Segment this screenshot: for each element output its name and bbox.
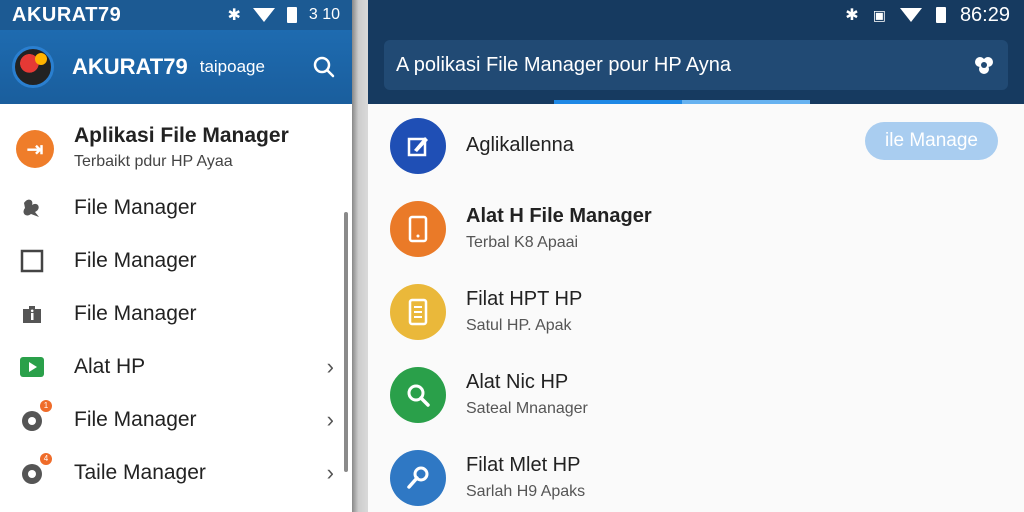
open-file-manager-button[interactable]: ile Manage [865, 122, 998, 160]
link-icon [390, 449, 446, 506]
search-button[interactable] [308, 51, 340, 83]
result-item[interactable]: Alat Nic HP Sateal Mnanager [368, 353, 1024, 436]
menu-header-title: Aplikasi File Manager [74, 124, 289, 147]
status-icons: ✱ 3 10 [227, 5, 340, 25]
cog-badge-icon: 4 [18, 452, 52, 487]
sim-icon: ▣ [872, 6, 886, 23]
drawer-menu: ⇥ Aplikasi File Manager Terbaikt pdur HP… [0, 104, 352, 499]
menu-item-label: File Manager [74, 248, 197, 272]
menu-item[interactable]: File Manager [0, 181, 352, 234]
left-panel: AKURAT79 ✱ 3 10 AKURAT79 taipoage ⇥ Apli… [0, 0, 352, 512]
wifi-icon [899, 8, 922, 22]
wifi-icon [252, 8, 275, 22]
search-icon [313, 56, 335, 78]
result-subtitle: Satul HP. Apak [466, 317, 572, 334]
clear-search-icon[interactable] [972, 53, 996, 77]
menu-header-item[interactable]: ⇥ Aplikasi File Manager Terbaikt pdur HP… [0, 104, 352, 181]
result-list: Aglikallenna ile Manage Alat H File Mana… [368, 104, 1024, 512]
result-item[interactable]: Alat H File Manager Terbal K8 Apaai [368, 187, 1024, 270]
scrollbar[interactable] [344, 212, 348, 472]
app-name: AKURAT79 [72, 54, 188, 79]
result-title: Filat Mlet HP [466, 454, 581, 476]
status-bar-title: AKURAT79 [12, 3, 122, 26]
puzzle-icon [18, 194, 46, 222]
menu-item-label: File Manager [74, 407, 197, 431]
bluetooth-icon: ✱ [227, 7, 241, 24]
menu-item[interactable]: File Manager [0, 234, 352, 287]
result-subtitle: Terbal K8 Apaai [466, 234, 579, 251]
status-bar-right: ✱ ▣ 86:29 [368, 0, 1024, 30]
notification-badge: 1 [40, 399, 52, 412]
result-subtitle: Sateal Mnanager [466, 400, 588, 417]
status-clock: 3 10 [308, 6, 340, 23]
play-icon [18, 353, 46, 381]
menu-header-subtitle: Terbaikt pdur HP Ayaa [74, 153, 233, 170]
result-title: Aglikallenna [466, 134, 574, 156]
bluetooth-icon: ✱ [845, 7, 859, 24]
menu-item[interactable]: 1 File Manager › [0, 393, 352, 446]
menu-item[interactable]: 4 Taile Manager › [0, 446, 352, 499]
menu-item-label: File Manager [74, 195, 197, 219]
menu-item[interactable]: File Manager [0, 287, 352, 340]
split-screen: AKURAT79 ✱ 3 10 AKURAT79 taipoage ⇥ Apli… [0, 0, 1024, 512]
status-bar-left: AKURAT79 ✱ 3 10 [0, 0, 352, 30]
result-subtitle: Sarlah H9 Apaks [466, 483, 586, 500]
chevron-right-icon: › [326, 353, 334, 379]
chevron-right-icon: › [326, 406, 334, 432]
app-subtitle: taipoage [199, 57, 265, 76]
phone-icon [390, 200, 446, 257]
status-clock: 86:29 [959, 3, 1010, 26]
right-panel: ✱ ▣ 86:29 A polikasi File Manager pour H… [368, 0, 1024, 512]
doc-icon [390, 283, 446, 340]
search-input-text: A polikasi File Manager pour HP Ayna [396, 53, 732, 76]
app-bar: AKURAT79 taipoage [0, 30, 352, 104]
menu-item-label: Taile Manager [74, 460, 206, 484]
cog-badge-icon: 1 [18, 399, 52, 434]
result-title: Filat HPT HP [466, 288, 583, 310]
file-manager-app-icon: ⇥ [16, 130, 54, 168]
battery-icon [286, 7, 297, 23]
result-item[interactable]: Aglikallenna ile Manage [368, 104, 1024, 187]
chevron-right-icon: › [326, 459, 334, 485]
battery-icon [935, 7, 946, 23]
notification-badge: 4 [40, 452, 52, 465]
result-title: Alat H File Manager [466, 205, 652, 227]
info-bag-icon [18, 300, 46, 328]
result-item[interactable]: Filat Mlet HP Sarlah H9 Apaks [368, 436, 1024, 512]
search-field[interactable]: A polikasi File Manager pour HP Ayna [384, 40, 1008, 90]
menu-item-label: Alat HP [74, 354, 146, 378]
edit-icon [390, 117, 446, 174]
search-app-bar: A polikasi File Manager pour HP Ayna [368, 30, 1024, 104]
menu-item-label: File Manager [74, 301, 197, 325]
search-icon [390, 366, 446, 423]
split-divider-handle[interactable] [352, 0, 368, 512]
result-title: Alat Nic HP [466, 371, 569, 393]
result-item[interactable]: Filat HPT HP Satul HP. Apak [368, 270, 1024, 353]
app-logo-icon [12, 46, 54, 88]
menu-item[interactable]: Alat HP › [0, 340, 352, 393]
square-icon [18, 247, 46, 275]
